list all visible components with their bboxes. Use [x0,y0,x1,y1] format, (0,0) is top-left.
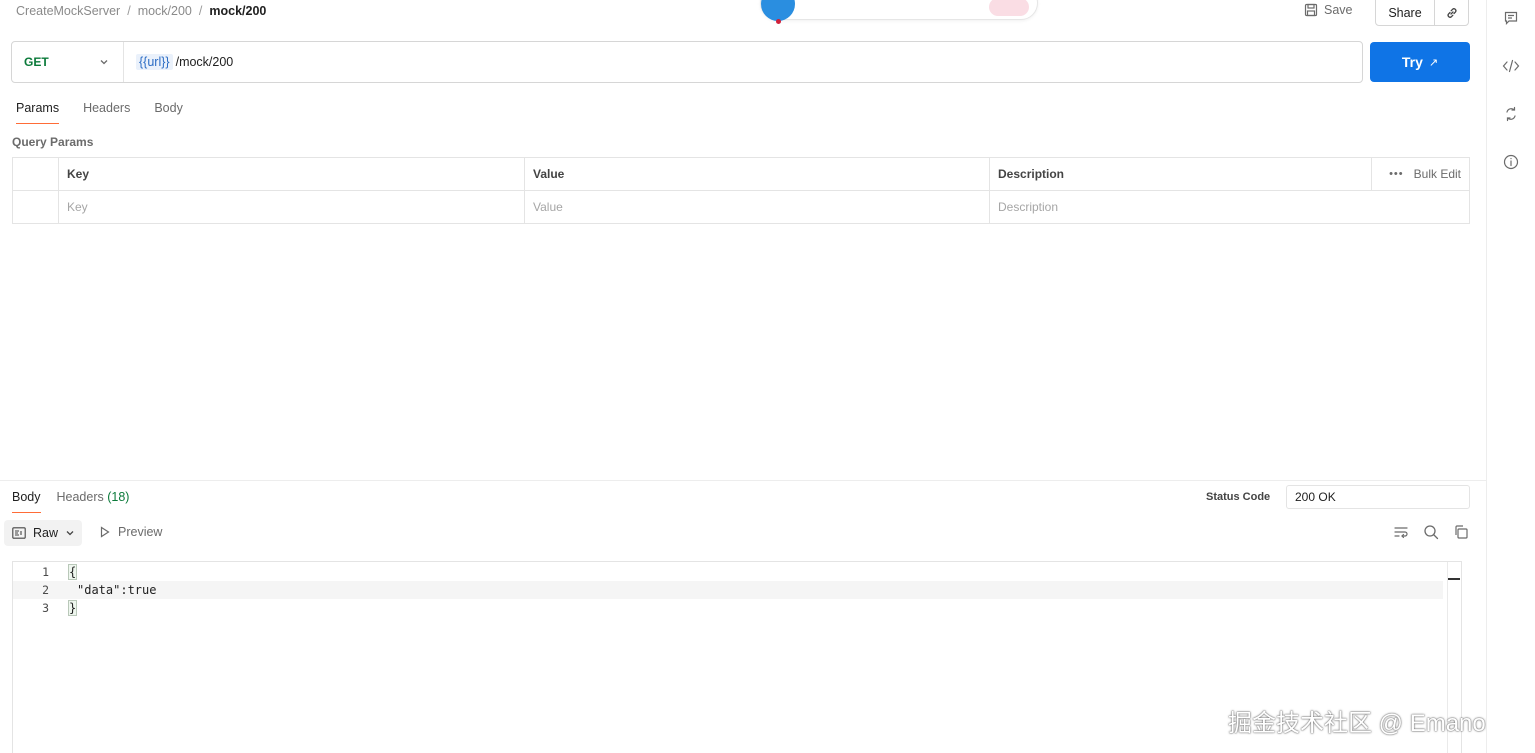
try-label: Try [1401,54,1423,70]
table-row: Key Value Description [12,190,1470,224]
code-line: 2 "data":true [13,581,1443,599]
response-toolbar [1393,524,1469,540]
table-header-row: Key Value Description ••• Bulk Edit [12,157,1470,191]
method-label: GET [24,55,49,69]
line-number: 1 [42,565,49,579]
url-path: /mock/200 [175,55,234,69]
share-group: Share [1375,0,1469,26]
code-text: { [67,564,78,580]
key-input[interactable]: Key [58,190,525,224]
tab-headers[interactable]: Headers [83,98,130,122]
column-header-value: Value [524,157,990,191]
response-divider[interactable] [0,480,1486,481]
format-label: Raw [33,526,59,540]
raw-format-icon [12,527,26,539]
copy-icon[interactable] [1453,524,1469,540]
response-tab-body[interactable]: Body [12,489,41,513]
bulk-edit-button[interactable]: Bulk Edit [1414,167,1461,181]
url-variable: {{url}} [136,54,173,70]
query-params-title: Query Params [12,135,94,149]
method-select[interactable]: GET [12,42,124,82]
breadcrumb-separator: / [198,4,203,18]
save-button[interactable]: Save [1304,0,1353,20]
breadcrumb-item-folder[interactable]: mock/200 [138,4,192,18]
copy-link-button[interactable] [1435,0,1468,25]
breadcrumb: CreateMockServer / mock/200 / mock/200 [16,3,266,19]
code-text: } [67,600,78,616]
breadcrumb-separator: / [127,4,131,18]
tab-params[interactable]: Params [16,98,60,124]
status-code-input[interactable]: 200 OK [1286,485,1470,509]
floating-notice[interactable] [760,0,1038,24]
play-icon [100,526,110,538]
external-arrow-icon: ↗ [1428,56,1439,69]
main-panel: CreateMockServer / mock/200 / mock/200 S… [0,0,1499,753]
value-input[interactable]: Value [524,190,990,224]
tab-body[interactable]: Body [154,98,183,122]
checkbox-column-header [12,157,59,191]
share-button[interactable]: Share [1376,0,1435,25]
description-input[interactable]: Description [989,190,1470,224]
preview-label: Preview [118,525,163,539]
status-code-label: Status Code [1206,491,1271,503]
code-line: 3 } [13,599,1443,617]
query-params-table: Key Value Description ••• Bulk Edit Key … [12,157,1470,224]
url-input[interactable]: {{url}} /mock/200 [124,54,233,70]
related-button[interactable] [1499,102,1523,126]
line-number: 3 [42,601,49,615]
bulk-edit-cell: ••• Bulk Edit [1371,157,1470,191]
response-headers-count: (18) [107,490,130,504]
save-label: Save [1324,3,1353,17]
breadcrumb-item-collection[interactable]: CreateMockServer [16,4,120,18]
column-header-description: Description [989,157,1372,191]
row-checkbox-cell [12,190,59,224]
save-icon [1304,3,1318,17]
watermark: 掘金技术社区 @ Emanon [1228,710,1500,737]
request-tabs: Params Headers Body [16,98,183,126]
comment-icon [1504,11,1518,25]
more-options-icon[interactable]: ••• [1389,168,1404,180]
search-icon[interactable] [1423,524,1439,540]
link-icon [1446,8,1457,18]
code-snippet-button[interactable] [1499,54,1523,78]
code-line: 1 { [13,563,1443,581]
info-icon [1503,154,1519,170]
chevron-down-icon [100,60,108,65]
response-headers-label: Headers [56,490,104,504]
request-url-bar: GET {{url}} /mock/200 [11,41,1363,83]
response-tabs: Body Headers (18) [12,489,130,513]
response-tab-headers[interactable]: Headers (18) [57,489,130,511]
right-sidebar [1486,0,1535,753]
preview-button[interactable]: Preview [100,525,162,539]
code-text: "data":true [77,583,157,597]
info-button[interactable] [1499,150,1523,174]
notice-badge [989,0,1029,16]
column-header-key: Key [58,157,525,191]
try-button[interactable]: Try ↗ [1370,42,1470,82]
notice-avatar [761,0,795,24]
chevron-down-icon [66,531,74,536]
code-icon [1502,59,1520,73]
wrap-lines-icon[interactable] [1393,524,1409,540]
line-number: 2 [42,583,49,597]
sync-icon [1506,106,1516,122]
breadcrumb-current: mock/200 [209,4,267,18]
scroll-position-marker [1448,578,1460,580]
format-select[interactable]: Raw [4,520,82,546]
comments-button[interactable] [1499,6,1523,30]
